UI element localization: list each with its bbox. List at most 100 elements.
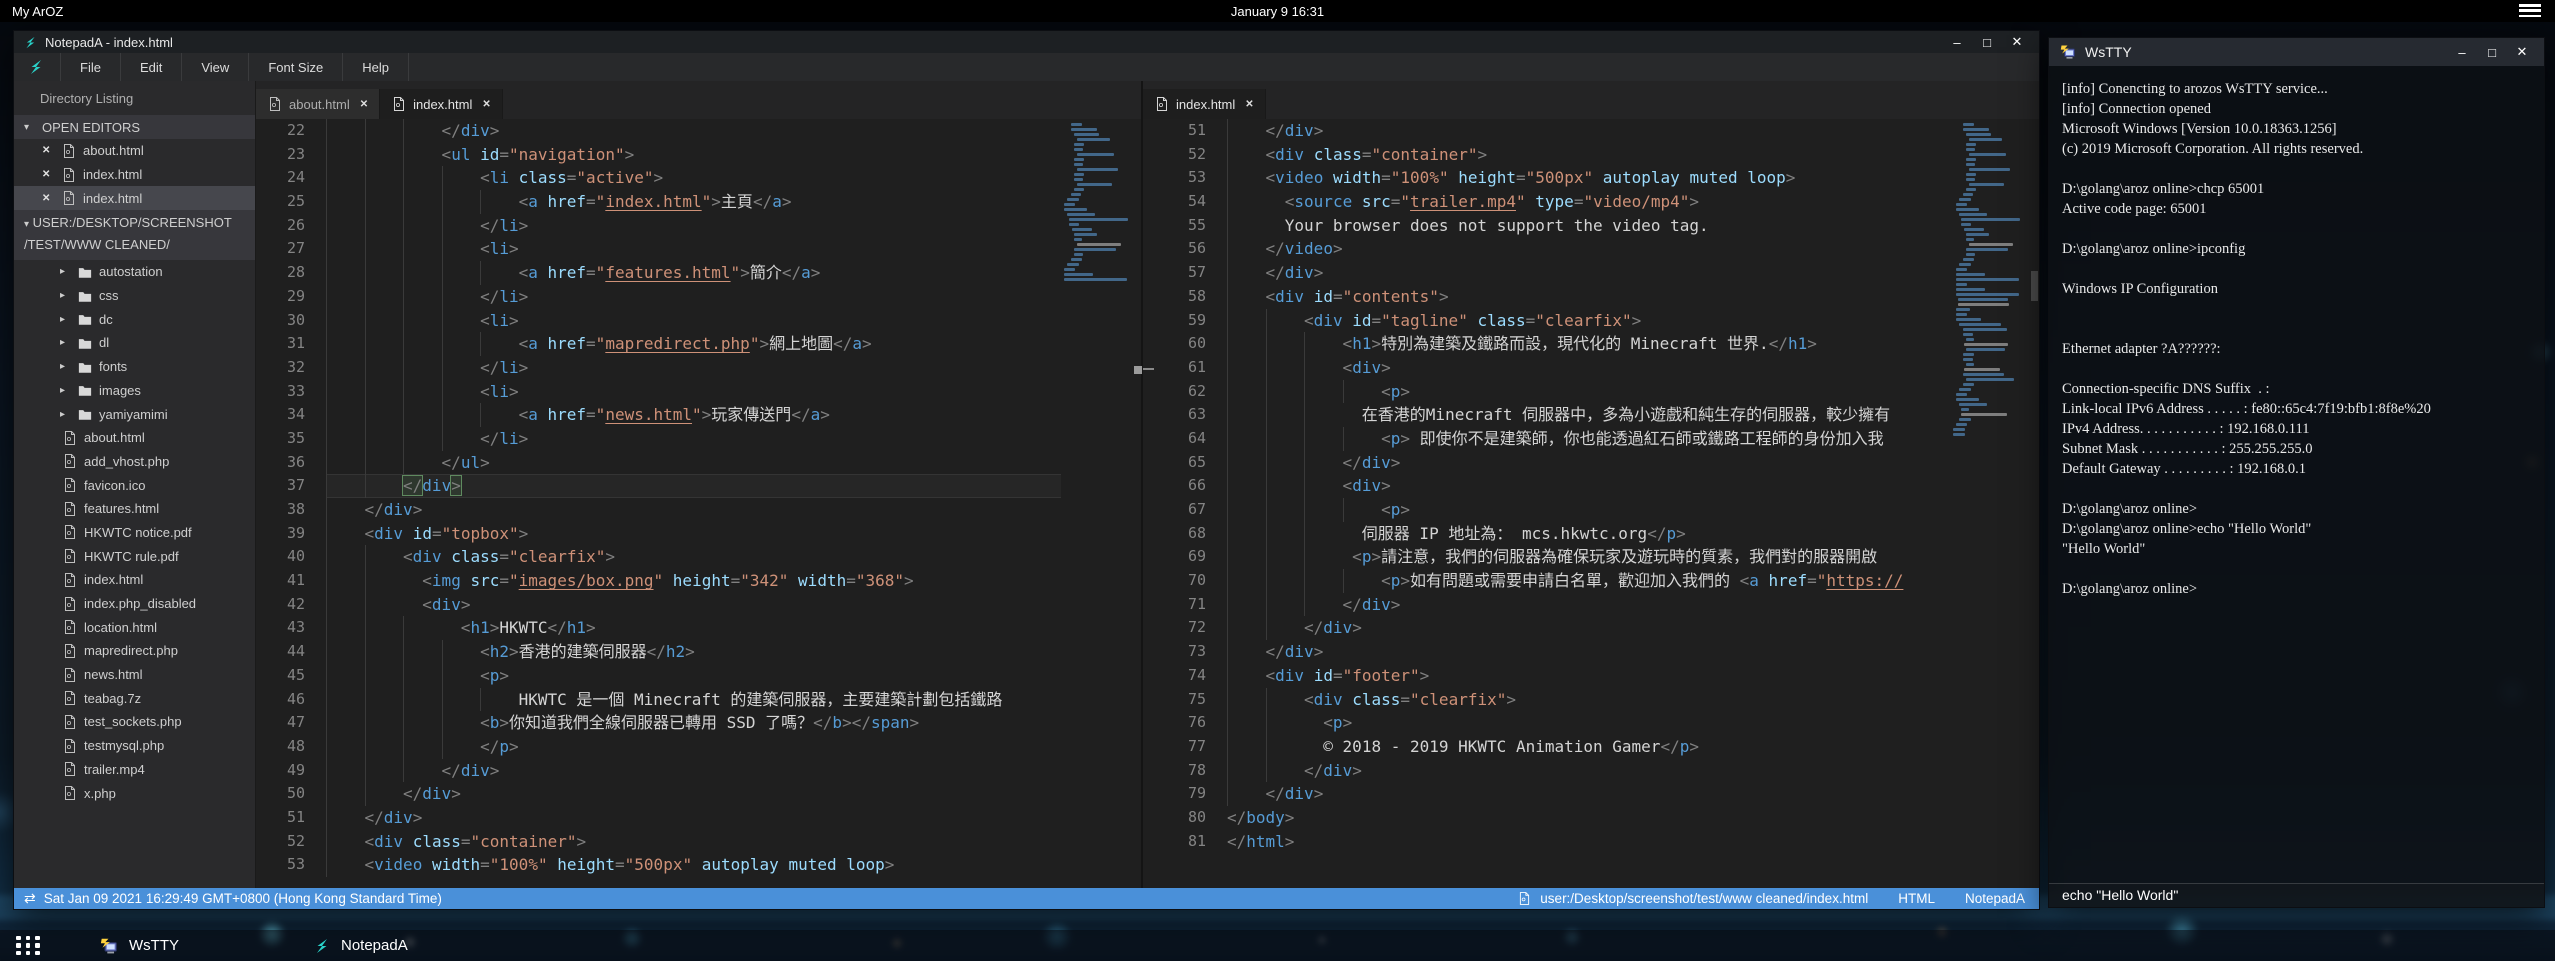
code-line[interactable]: 43<h1>HKWTC</h1> xyxy=(256,616,1141,640)
code-line[interactable]: 24<li class="active"> xyxy=(256,166,1141,190)
wstty-title-bar[interactable]: WsTTY – □ ✕ xyxy=(2049,38,2544,66)
tab-index-html[interactable]: index.html ✕ xyxy=(380,89,503,119)
folder-item[interactable]: ▸images xyxy=(14,379,255,403)
close-file-icon[interactable]: ✕ xyxy=(42,169,54,180)
terminal-input[interactable]: echo "Hello World" xyxy=(2049,883,2544,907)
code-line[interactable]: 71</div> xyxy=(1143,593,2039,617)
code-line[interactable]: 64<p> 即使你不是建築師，你也能透過紅石師或鐵路工程師的身份加入我 xyxy=(1143,427,2039,451)
code-line[interactable]: 45<p> xyxy=(256,664,1141,688)
code-line[interactable]: 61<div> xyxy=(1143,356,2039,380)
close-file-icon[interactable]: ✕ xyxy=(42,193,54,204)
code-line[interactable]: 27<li> xyxy=(256,237,1141,261)
minimize-button[interactable]: – xyxy=(1949,35,1965,50)
code-line[interactable]: 52<div class="container"> xyxy=(256,830,1141,854)
code-line[interactable]: 36</ul> xyxy=(256,451,1141,475)
code-line[interactable]: 57</div> xyxy=(1143,261,2039,285)
code-line[interactable]: 41<img src="images/box.png" height="342"… xyxy=(256,569,1141,593)
file-item[interactable]: HKWTC rule.pdf xyxy=(14,544,255,568)
code-line[interactable]: 65</div> xyxy=(1143,451,2039,475)
file-item[interactable]: news.html xyxy=(14,663,255,687)
code-line[interactable]: 37</div> xyxy=(256,474,1141,498)
code-line[interactable]: 76<p> xyxy=(1143,711,2039,735)
code-line[interactable]: 38</div> xyxy=(256,498,1141,522)
code-line[interactable]: 25<a href="index.html">主頁</a> xyxy=(256,190,1141,214)
close-button[interactable]: ✕ xyxy=(2514,44,2530,60)
code-line[interactable]: 28<a href="features.html">簡介</a> xyxy=(256,261,1141,285)
code-line[interactable]: 51</div> xyxy=(1143,119,2039,143)
code-line[interactable]: 69<p>請注意，我們的伺服器為確保玩家及遊玩時的質素，我們對的服器開啟 xyxy=(1143,545,2039,569)
notepada-title-bar[interactable]: NotepadA - index.html – □ ✕ xyxy=(14,31,2039,53)
code-editor-right[interactable]: 51</div>52<div class="container">53<vide… xyxy=(1143,119,2039,853)
menu-view[interactable]: View xyxy=(181,53,248,81)
folder-item[interactable]: ▸autostation xyxy=(14,260,255,284)
code-line[interactable]: 51</div> xyxy=(256,806,1141,830)
code-line[interactable]: 47<b>你知道我們全線伺服器已轉用 SSD 了嗎？</b></span> xyxy=(256,711,1141,735)
code-line[interactable]: 55Your browser does not support the vide… xyxy=(1143,214,2039,238)
code-line[interactable]: 39<div id="topbox"> xyxy=(256,522,1141,546)
scrollbar-handle[interactable] xyxy=(2031,271,2038,301)
menu-font-size[interactable]: Font Size xyxy=(248,53,342,81)
code-line[interactable]: 35</li> xyxy=(256,427,1141,451)
code-line[interactable]: 75<div class="clearfix"> xyxy=(1143,688,2039,712)
code-line[interactable]: 52<div class="container"> xyxy=(1143,143,2039,167)
split-drag-handle[interactable] xyxy=(1134,365,1154,375)
code-line[interactable]: 50</div> xyxy=(256,782,1141,806)
code-line[interactable]: 80</body> xyxy=(1143,806,2039,830)
close-button[interactable]: ✕ xyxy=(2009,34,2025,50)
status-language[interactable]: HTML xyxy=(1898,891,1935,906)
code-line[interactable]: 53<video width="100%" height="500px" aut… xyxy=(1143,166,2039,190)
folder-item[interactable]: ▸dc xyxy=(14,307,255,331)
terminal-output[interactable]: [info] Conencting to arozos WsTTY servic… xyxy=(2049,66,2544,883)
file-item[interactable]: trailer.mp4 xyxy=(14,758,255,782)
code-line[interactable]: 72</div> xyxy=(1143,616,2039,640)
code-line[interactable]: 74<div id="footer"> xyxy=(1143,664,2039,688)
taskbar-item-notepada[interactable]: NotepadA xyxy=(284,930,438,961)
file-item[interactable]: x.php xyxy=(14,781,255,805)
open-editor-item[interactable]: ✕index.html xyxy=(14,163,255,187)
code-line[interactable]: 34<a href="news.html">玩家傳送門</a> xyxy=(256,403,1141,427)
maximize-button[interactable]: □ xyxy=(2484,45,2500,60)
file-item[interactable]: testmysql.php xyxy=(14,734,255,758)
app-launcher-icon[interactable] xyxy=(16,936,42,956)
menu-help[interactable]: Help xyxy=(342,53,409,81)
code-line[interactable]: 22</div> xyxy=(256,119,1141,143)
file-item[interactable]: teabag.7z xyxy=(14,686,255,710)
code-line[interactable]: 58<div id="contents"> xyxy=(1143,285,2039,309)
code-line[interactable]: 66<div> xyxy=(1143,474,2039,498)
menu-file[interactable]: File xyxy=(60,53,120,81)
code-line[interactable]: 31<a href="mapredirect.php">網上地圖</a> xyxy=(256,332,1141,356)
close-tab-icon[interactable]: ✕ xyxy=(479,99,490,110)
menu-edit[interactable]: Edit xyxy=(120,53,181,81)
file-item[interactable]: about.html xyxy=(14,426,255,450)
minimize-button[interactable]: – xyxy=(2454,45,2470,60)
close-tab-icon[interactable]: ✕ xyxy=(357,99,368,110)
file-item[interactable]: index.html xyxy=(14,568,255,592)
code-line[interactable]: 33<li> xyxy=(256,380,1141,404)
code-line[interactable]: 59<div id="tagline" class="clearfix"> xyxy=(1143,309,2039,333)
folder-item[interactable]: ▸dl xyxy=(14,331,255,355)
code-line[interactable]: 26</li> xyxy=(256,214,1141,238)
code-line[interactable]: 29</li> xyxy=(256,285,1141,309)
workspace-section-header[interactable]: ▾ USER:/DESKTOP/SCREENSHOT /TEST/WWW CLE… xyxy=(14,210,255,260)
open-editor-item[interactable]: ✕index.html xyxy=(14,186,255,210)
code-line[interactable]: 62<p> xyxy=(1143,380,2039,404)
open-editors-section-header[interactable]: ▾ OPEN EDITORS xyxy=(14,115,255,139)
code-line[interactable]: 32</li> xyxy=(256,356,1141,380)
file-item[interactable]: features.html xyxy=(14,497,255,521)
code-line[interactable]: 44<h2>香港的建築伺服器</h2> xyxy=(256,640,1141,664)
file-item[interactable]: location.html xyxy=(14,615,255,639)
minimap-left[interactable] xyxy=(1061,119,1141,888)
maximize-button[interactable]: □ xyxy=(1979,35,1995,50)
file-item[interactable]: HKWTC notice.pdf xyxy=(14,521,255,545)
code-line[interactable]: 67<p> xyxy=(1143,498,2039,522)
tab-about-html[interactable]: about.html ✕ xyxy=(256,89,380,119)
code-line[interactable]: 60<h1>特別為建築及鐵路而設，現代化的 Minecraft 世界.</h1> xyxy=(1143,332,2039,356)
code-line[interactable]: 46HKWTC 是一個 Minecraft 的建築伺服器，主要建築計劃包括鐵路 xyxy=(256,688,1141,712)
code-line[interactable]: 49</div> xyxy=(256,759,1141,783)
file-item[interactable]: index.php_disabled xyxy=(14,592,255,616)
file-item[interactable]: favicon.ico xyxy=(14,473,255,497)
close-file-icon[interactable]: ✕ xyxy=(42,145,54,156)
code-line[interactable]: 70<p>如有問題或需要申請白名單，歡迎加入我們的 <a href="https… xyxy=(1143,569,2039,593)
taskbar-item-wstty[interactable]: WsTTY xyxy=(70,930,209,961)
code-line[interactable]: 54<source src="trailer.mp4" type="video/… xyxy=(1143,190,2039,214)
